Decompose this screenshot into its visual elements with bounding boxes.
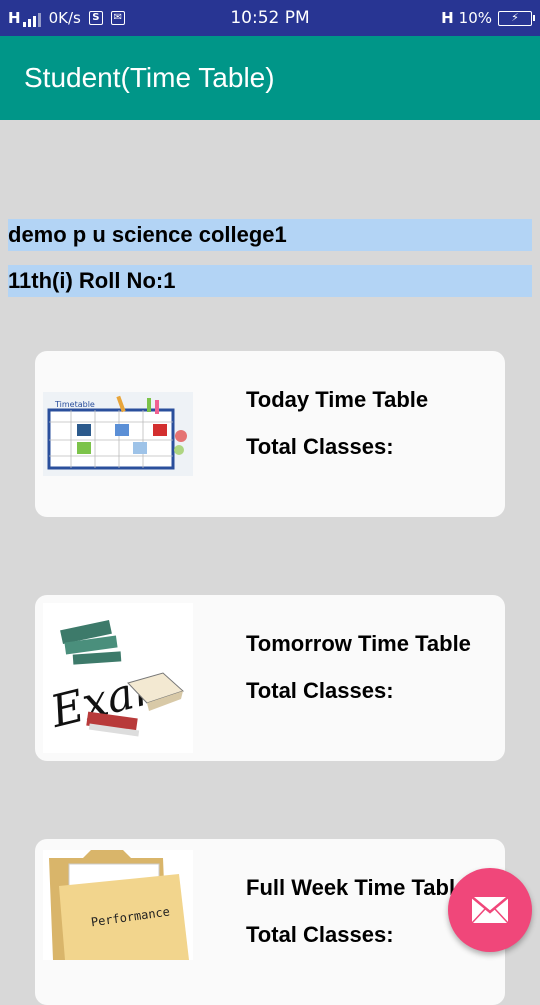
app-bar: Student(Time Table) bbox=[0, 36, 540, 120]
mail-icon bbox=[471, 896, 509, 924]
status-right: H 10% ⚡ bbox=[441, 0, 535, 36]
card-title: Full Week Time Table bbox=[246, 875, 468, 900]
class-roll: 11th(i) Roll No:1 bbox=[8, 265, 532, 297]
timetable-label: Timetable bbox=[54, 400, 95, 409]
network-type: H bbox=[441, 9, 454, 27]
battery-percent: 10% bbox=[458, 9, 492, 27]
battery-icon: ⚡ bbox=[498, 10, 535, 26]
mail-fab-button[interactable] bbox=[448, 868, 532, 952]
tomorrow-timetable-card[interactable]: Exam Tomorrow Time Table Total Classes: bbox=[35, 595, 505, 761]
college-name: demo p u science college1 bbox=[8, 219, 532, 251]
page-title: Student(Time Table) bbox=[24, 62, 275, 93]
card-title: Tomorrow Time Table bbox=[246, 631, 471, 656]
performance-folder-image: Performance bbox=[43, 850, 193, 960]
card-subtitle: Total Classes: bbox=[246, 434, 394, 459]
card-title: Today Time Table bbox=[246, 387, 429, 412]
today-timetable-card[interactable]: Timetable Today Time Table Total Classes… bbox=[35, 351, 505, 517]
timetable-image: Timetable bbox=[43, 392, 193, 476]
exam-image: Exam bbox=[43, 603, 193, 753]
card-subtitle: Total Classes: bbox=[246, 922, 394, 947]
card-subtitle: Total Classes: bbox=[246, 678, 394, 703]
status-bar: H 0K/s S ✉ 10:52 PM H 10% ⚡ bbox=[0, 0, 540, 36]
full-week-timetable-card[interactable]: Performance Full Week Time Table Total C… bbox=[35, 839, 505, 1005]
